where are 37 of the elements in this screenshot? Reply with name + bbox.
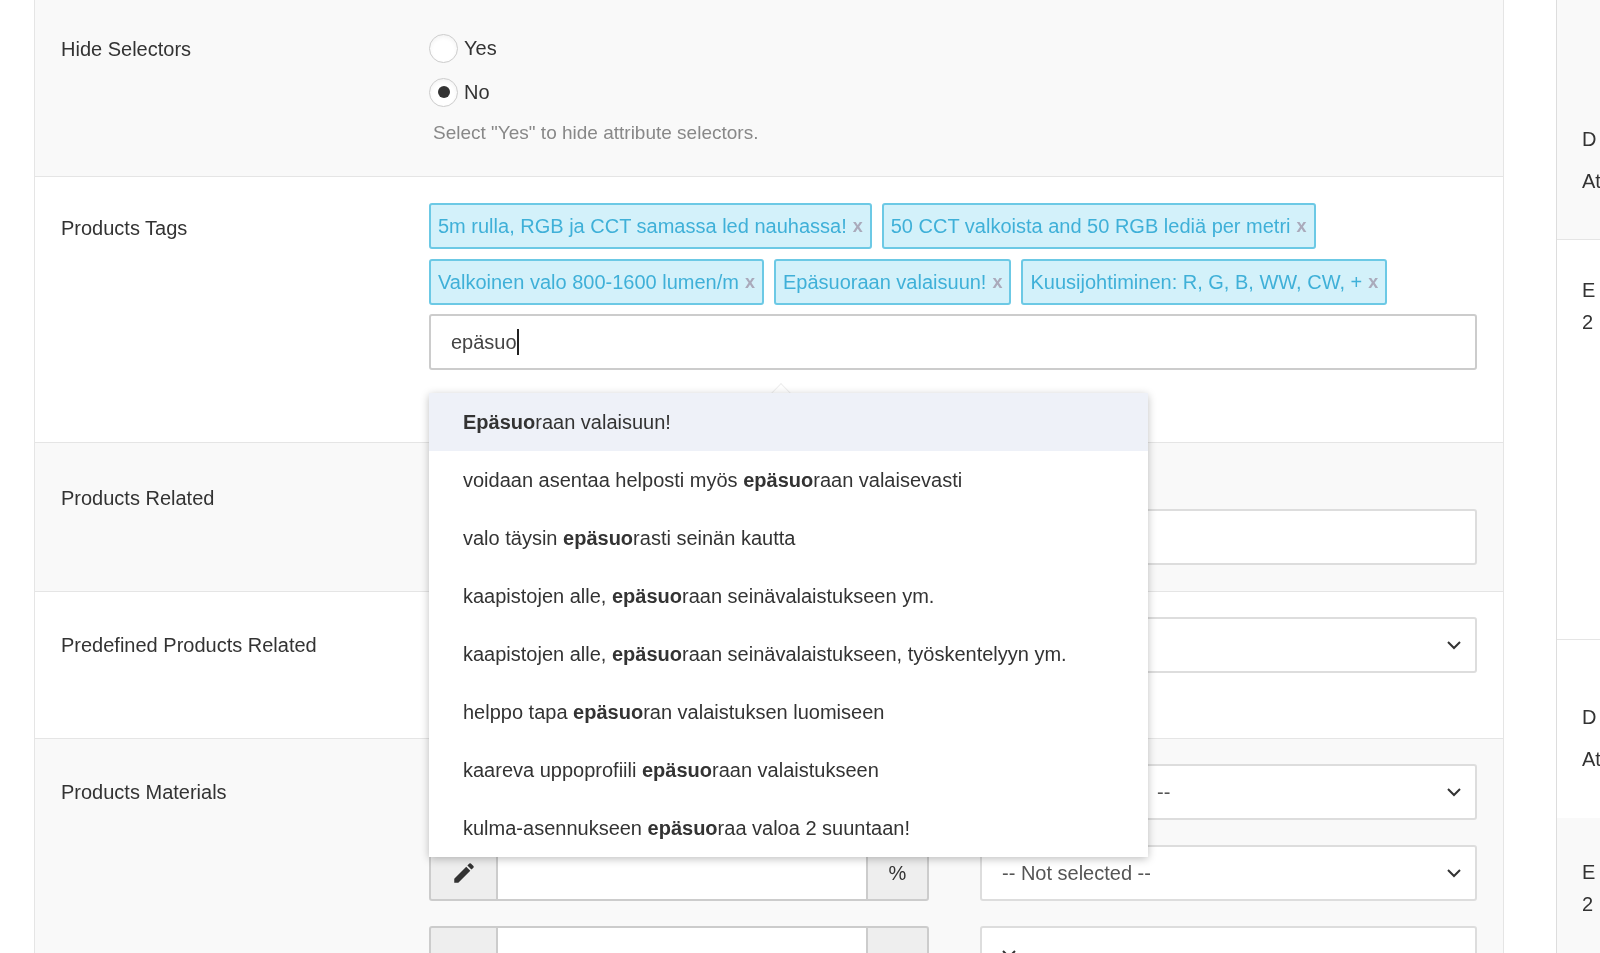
radio-button[interactable] [429, 33, 458, 63]
side-text: At [1582, 169, 1600, 194]
radio-label: Yes [464, 36, 497, 61]
suggestion-item[interactable]: kaapistojen alle, epäsuoraan seinävalaistukseen ym. [429, 567, 1148, 625]
radio-button[interactable] [429, 77, 458, 107]
tag-text: Kuusijohtiminen: R, G, B, WW, CW, + [1030, 270, 1363, 295]
field-label: Products Related [61, 487, 215, 509]
field-label: Products Materials [61, 781, 227, 803]
field-label: Predefined Products Related [61, 634, 317, 656]
tag-text: Epäsuoraan valaisuun! [782, 270, 987, 295]
side-text: 2 [1582, 892, 1595, 917]
side-text: D [1582, 705, 1598, 730]
suggestion-item[interactable]: kaapistojen alle, epäsuoraan seinävalaistukseen, työskentelyyn ym. [429, 625, 1148, 683]
suggestion-item[interactable]: helppo tapa epäsuoran valaistuksen luomiseen [429, 683, 1148, 741]
input-value: epäsuo [451, 330, 517, 355]
radio-label: No [464, 80, 490, 105]
suggestion-item[interactable]: valo täysin epäsuorasti seinän kautta [429, 509, 1148, 567]
chevron-down-icon [1447, 868, 1461, 878]
side-text: E [1582, 278, 1597, 303]
side-text: D [1582, 127, 1598, 152]
side-text: E [1582, 860, 1597, 885]
field-label: Hide Selectors [61, 38, 192, 60]
tag-text: Valkoinen valo 800-1600 lumen/m [438, 270, 739, 295]
field-label: Products Tags [61, 217, 188, 239]
tag-input-field[interactable]: epäsuo [429, 314, 1477, 370]
select-field[interactable]: -- Not selected -- [980, 845, 1477, 901]
chevron-down-icon [1447, 640, 1461, 650]
side-text: 2 [1582, 310, 1595, 335]
suggestion-item[interactable]: kaareva uppoprofiili epäsuoraan valaistukseen [429, 741, 1148, 799]
tag-text: 5m rulla, RGB ja CCT samassa led nauhassa! [438, 214, 847, 239]
suggestion-item[interactable]: kulma-asennukseen epäsuoraa valoa 2 suuntaan! [429, 799, 1148, 857]
suggestion-item[interactable]: voidaan asentaa helposti myös epäsuoraan valaisevasti [429, 451, 1148, 509]
help-text: Select "Yes" to hide attribute selectors. [433, 121, 759, 145]
chevron-down-icon [1447, 787, 1461, 797]
suggestion-item[interactable]: Epäsuoraan valaisuun! [429, 393, 1148, 451]
tag-text: 50 CCT valkoista and 50 RGB lediä per metri [890, 214, 1291, 239]
side-text: At [1582, 747, 1600, 772]
